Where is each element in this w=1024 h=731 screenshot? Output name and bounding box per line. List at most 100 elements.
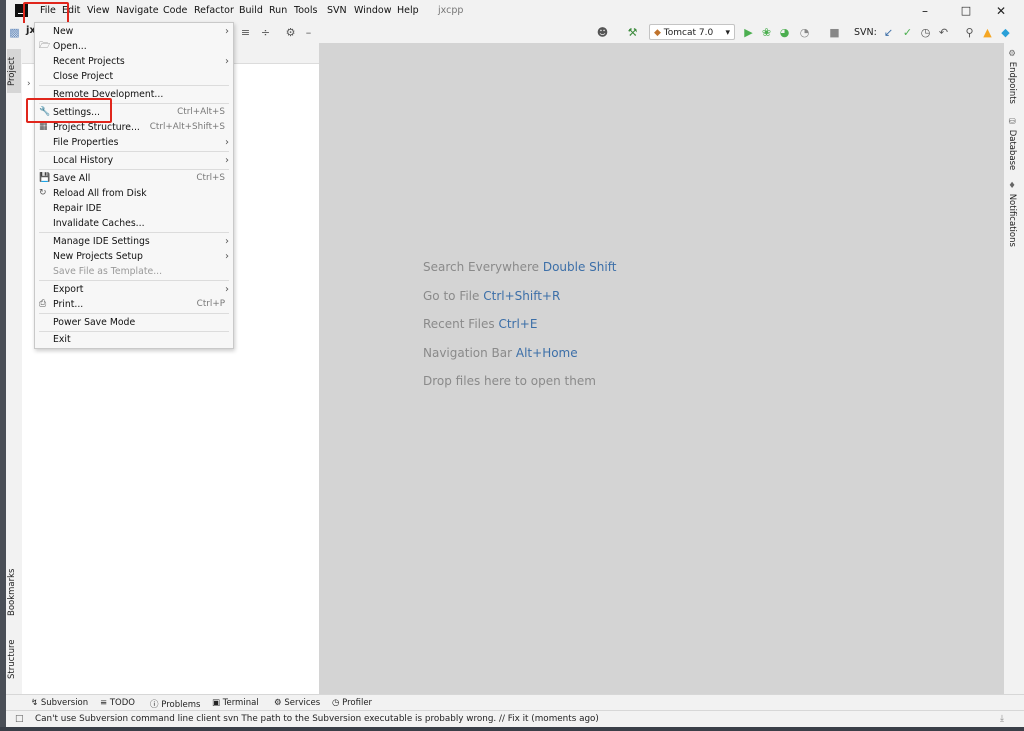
tab-project[interactable]: Project [7, 49, 21, 93]
search-icon[interactable]: ⚲ [963, 26, 976, 39]
menu-separator [39, 85, 229, 86]
menu-item-local-history[interactable]: Local History › [35, 153, 233, 168]
tab-structure[interactable]: Structure [7, 635, 21, 683]
menu-item-label: Manage IDE Settings [53, 236, 150, 247]
tab-notifications[interactable]: ♦ Notifications [1007, 181, 1017, 247]
menu-refactor[interactable]: Refactor [194, 5, 234, 16]
menu-item-repair-ide[interactable]: Repair IDE [35, 201, 233, 216]
menu-item-recent-projects[interactable]: Recent Projects › [35, 54, 233, 69]
menu-item-label: Save File as Template... [53, 266, 163, 277]
menu-item-print[interactable]: ⎙ Print... Ctrl+P [35, 297, 233, 312]
menu-item-label: Invalidate Caches... [53, 218, 145, 229]
menu-item-open[interactable]: 🗁 Open... [35, 39, 233, 54]
build-hammer-icon[interactable]: ⚒ [626, 26, 639, 39]
status-message[interactable]: Can't use Subversion command line client… [35, 714, 599, 724]
tab-problems[interactable]: ⓘ Problems [150, 698, 200, 710]
debug-icon[interactable]: ❀ [760, 26, 773, 39]
jetbrains-toolbox-icon[interactable]: ◆ [999, 26, 1012, 39]
hint-drop-files: Drop files here to open them [423, 374, 596, 388]
user-icon[interactable]: ☻ [596, 26, 609, 39]
tab-services[interactable]: ⚙ Services [274, 698, 320, 708]
expand-all-icon[interactable]: ≡ [239, 26, 252, 39]
chevron-right-icon: › [225, 137, 229, 148]
chevron-right-icon: › [225, 155, 229, 166]
menu-item-close-project[interactable]: Close Project [35, 69, 233, 84]
chevron-right-icon: › [225, 26, 229, 37]
hint-shortcut: Ctrl+Shift+R [483, 289, 561, 303]
printer-icon: ⎙ [39, 299, 47, 309]
menu-item-exit[interactable]: Exit [35, 332, 233, 347]
gear-icon[interactable]: ⚙ [284, 26, 297, 39]
history-icon[interactable]: ◷ [919, 26, 932, 39]
hide-panel-icon[interactable]: – [302, 26, 315, 39]
menu-item-shortcut: Ctrl+Alt+Shift+S [149, 122, 225, 132]
hint-text: Search Everywhere [423, 260, 539, 274]
hint-search-everywhere: Search Everywhere Double Shift [423, 260, 616, 274]
endpoints-label: Endpoints [1007, 61, 1017, 104]
download-icon[interactable]: ⤓ [1000, 714, 1004, 724]
tree-expand-icon[interactable]: › [27, 79, 31, 89]
menu-item-reload-all[interactable]: ↻ Reload All from Disk [35, 186, 233, 201]
menu-item-power-save-mode[interactable]: Power Save Mode [35, 315, 233, 330]
notifications-label: Notifications [1007, 193, 1017, 247]
menu-separator [39, 313, 229, 314]
menu-item-file-properties[interactable]: File Properties › [35, 135, 233, 150]
menu-code[interactable]: Code [163, 5, 187, 16]
run-configuration-select[interactable]: ◆ Tomcat 7.0 ▾ [649, 24, 735, 40]
menu-item-export[interactable]: Export › [35, 282, 233, 297]
menu-item-shortcut: Ctrl+S [196, 173, 225, 183]
menu-item-label: New Projects Setup [53, 251, 143, 262]
menu-run[interactable]: Run [269, 5, 287, 16]
menu-bar: File Edit View Navigate Code Refactor Bu… [6, 0, 1024, 23]
menu-tools[interactable]: Tools [294, 5, 317, 16]
tab-bookmarks[interactable]: Bookmarks [7, 564, 21, 620]
hint-text: Drop files here to open them [423, 374, 596, 388]
coverage-icon[interactable]: ◕ [778, 26, 791, 39]
menu-item-invalidate-caches[interactable]: Invalidate Caches... [35, 216, 233, 231]
reload-icon: ↻ [39, 188, 47, 198]
menu-item-new[interactable]: New › [35, 24, 233, 39]
menu-item-label: New [53, 26, 74, 37]
svn-update-icon[interactable]: ↙ [882, 26, 895, 39]
tab-profiler[interactable]: ◷ Profiler [332, 698, 372, 708]
tab-endpoints[interactable]: ⚙ Endpoints [1007, 49, 1017, 104]
tab-terminal[interactable]: ▣ Terminal [212, 698, 259, 708]
menu-build[interactable]: Build [239, 5, 263, 16]
svn-commit-icon[interactable]: ✓ [901, 26, 914, 39]
minimize-button[interactable]: – [910, 2, 940, 20]
svn-label: SVN: [854, 27, 877, 38]
database-icon: ⛁ [1007, 117, 1017, 127]
menu-item-label: Reload All from Disk [53, 188, 147, 199]
tab-database[interactable]: ⛁ Database [1007, 117, 1017, 170]
profile-icon[interactable]: ◔ [798, 26, 811, 39]
maximize-button[interactable]: □ [951, 2, 981, 20]
save-icon: 💾 [39, 173, 51, 183]
menu-item-save-all[interactable]: 💾 Save All Ctrl+S [35, 171, 233, 186]
menu-navigate[interactable]: Navigate [116, 5, 159, 16]
close-button[interactable]: ✕ [986, 2, 1016, 20]
menu-svn[interactable]: SVN [327, 5, 347, 16]
run-icon[interactable]: ▶ [742, 26, 755, 39]
menu-item-label: Exit [53, 334, 71, 345]
revert-icon[interactable]: ↶ [937, 26, 950, 39]
stop-icon[interactable]: ■ [828, 26, 841, 39]
tab-todo[interactable]: ≡ TODO [100, 698, 135, 708]
editor-empty-area: Search Everywhere Double Shift Go to Fil… [319, 43, 1003, 694]
hint-go-to-file: Go to File Ctrl+Shift+R [423, 289, 560, 303]
todo-icon: ≡ [100, 698, 108, 708]
tab-subversion[interactable]: ↯ Subversion [31, 698, 88, 708]
menu-item-label: Power Save Mode [53, 317, 136, 328]
menu-item-new-projects-setup[interactable]: New Projects Setup › [35, 249, 233, 264]
menu-item-save-file-as-template: Save File as Template... [35, 264, 233, 279]
menu-view[interactable]: View [87, 5, 110, 16]
services-icon: ⚙ [274, 698, 282, 708]
ide-update-icon[interactable]: ▲ [981, 26, 994, 39]
toggle-tool-windows-icon[interactable]: □ [15, 714, 24, 724]
collapse-all-icon[interactable]: ÷ [259, 26, 272, 39]
menu-window[interactable]: Window [354, 5, 391, 16]
project-title: jxcpp [438, 5, 464, 16]
menu-help[interactable]: Help [397, 5, 419, 16]
menu-item-manage-ide-settings[interactable]: Manage IDE Settings › [35, 234, 233, 249]
chevron-right-icon: › [225, 284, 229, 295]
menu-item-label: Open... [53, 41, 87, 52]
